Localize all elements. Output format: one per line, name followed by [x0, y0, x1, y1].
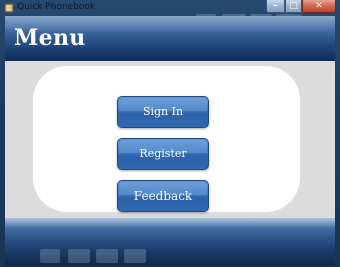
close-button[interactable]: ✕	[302, 0, 336, 13]
frame-glass-decoration	[40, 249, 60, 263]
minimize-icon: –	[273, 1, 278, 11]
app-window: Quick Phonebook – □ ✕ Menu Sign In Regis…	[0, 0, 340, 267]
phonebook-app-icon	[4, 3, 14, 13]
sign-in-label: Sign In	[142, 105, 184, 118]
frame-glass-decoration	[124, 249, 146, 263]
sign-in-button[interactable]: Sign In	[117, 96, 209, 128]
frame-glass-decoration	[96, 249, 118, 263]
minimize-button[interactable]: –	[266, 0, 285, 13]
frame-glass-decoration	[68, 249, 90, 263]
menu-content: Sign In Register Feedback	[5, 61, 335, 218]
menu-header: Menu	[5, 16, 335, 61]
page-title: Menu	[14, 25, 86, 51]
app-client-area: Menu Sign In Register Feedback	[5, 16, 335, 266]
maximize-button[interactable]: □	[285, 0, 302, 13]
feedback-button[interactable]: Feedback	[117, 180, 209, 212]
feedback-label: Feedback	[133, 189, 193, 203]
window-title: Quick Phonebook	[17, 2, 96, 12]
title-bar[interactable]: Quick Phonebook – □ ✕	[0, 0, 340, 16]
register-label: Register	[139, 147, 187, 160]
close-icon: ✕	[315, 1, 323, 11]
register-button[interactable]: Register	[117, 138, 209, 170]
window-controls: – □ ✕	[266, 0, 336, 14]
footer-gloss	[5, 218, 335, 228]
maximize-icon: □	[289, 1, 298, 11]
